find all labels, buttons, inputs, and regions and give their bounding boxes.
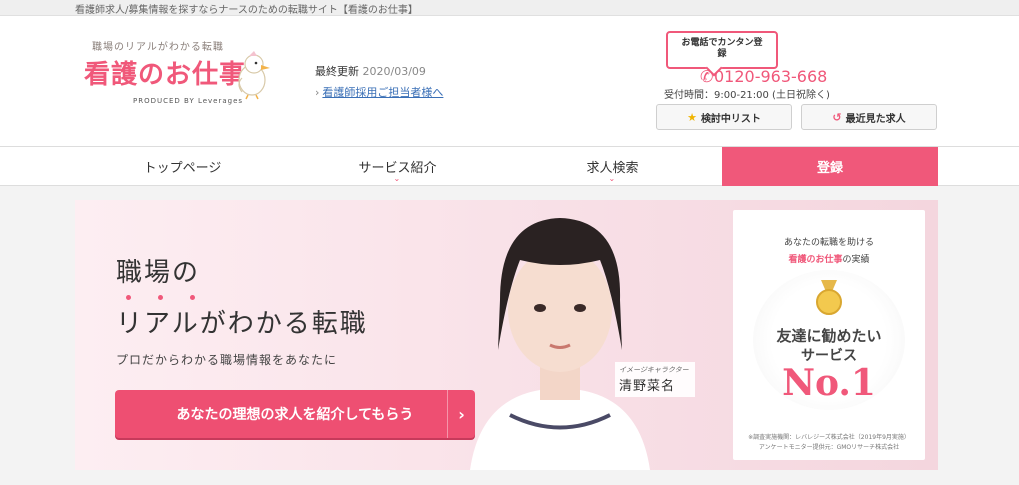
badge-achievement: 看護のお仕事の実績: [733, 252, 925, 265]
last-updated-label: 最終更新: [315, 65, 359, 78]
phone-bubble-line2: 録: [717, 49, 727, 59]
recently-viewed-button[interactable]: ↺ 最近見た求人: [801, 104, 937, 130]
logo-produced-by: PRODUCED BY Leverages: [133, 97, 244, 105]
hero-heading-line1: 職場の: [116, 258, 201, 288]
character-name: 清野菜名: [619, 379, 676, 394]
site-logo[interactable]: 看護のお仕事: [84, 54, 246, 91]
watchlist-button[interactable]: ★ 検討中リスト: [656, 104, 792, 130]
ranking-badge: あなたの転職を助ける 看護のお仕事の実績 友達に勧めたい サービス No.1 ※…: [733, 210, 925, 460]
main-nav: トップページ サービス紹介 ⌄ 求人検索 ⌄ 登録: [0, 146, 1019, 186]
emphasis-dot: [158, 295, 163, 300]
bird-mascot-icon: [238, 51, 270, 100]
emphasis-dot: [126, 295, 131, 300]
hero-banner: 職場の リアルがわかる転職 プロだからわかる職場情報をあなたに あなたの理想の求…: [75, 200, 938, 470]
medal-icon: [816, 280, 842, 315]
hero-subheading: プロだからわかる職場情報をあなたに: [116, 353, 338, 367]
badge-footnote-2: アンケートモニター提供元：GMOリサーチ株式会社: [758, 444, 900, 451]
cta-label: あなたの理想の求人を紹介してもらう: [176, 407, 414, 423]
phone-hours: 受付時間：9:00-21:00 (土日祝除く): [664, 90, 830, 101]
chevron-down-icon: ⌄: [608, 174, 616, 183]
phone-number-text: 0120-963-668: [714, 67, 828, 86]
logo-tagline: 職場のリアルがわかる転職: [92, 42, 224, 53]
recruiter-link-label: 看護師採用ご担当者様へ: [322, 86, 444, 99]
phone-register-bubble: お電話でカンタン登 録: [666, 31, 778, 69]
last-updated: 最終更新 2020/03/09: [315, 63, 426, 79]
character-photo: [470, 218, 650, 470]
phone-number[interactable]: ✆0120-963-668: [700, 67, 827, 86]
phone-bubble-line1: お電話でカンタン登: [681, 38, 763, 48]
watchlist-label: 検討中リスト: [700, 113, 761, 125]
badge-achievement-suffix: の実績: [842, 255, 870, 265]
nav-register-label: 登録: [816, 161, 843, 176]
emphasis-dot: [190, 295, 195, 300]
site-description: 看護師求人/募集情報を探すならナースのための転職サイト【看護のお仕事】: [75, 5, 418, 16]
recruiter-link[interactable]: › 看護師採用ご担当者様へ: [315, 84, 443, 100]
nav-job-search-label: 求人検索: [586, 160, 639, 176]
badge-footnote-1: ※調査実施機関：レバレジーズ株式会社（2019年9月実施）: [748, 434, 910, 441]
nav-service[interactable]: サービス紹介 ⌄: [290, 147, 505, 185]
character-role: イメージキャラクター: [619, 366, 689, 374]
recently-viewed-label: 最近見た求人: [845, 113, 906, 125]
history-icon: ↺: [832, 110, 842, 124]
phone-icon: ✆: [700, 67, 714, 86]
character-caption: イメージキャラクター 清野菜名: [615, 362, 695, 397]
star-icon: ★: [687, 110, 697, 124]
nav-top-page-label: トップページ: [143, 160, 222, 176]
hero-heading-line2: リアルがわかる転職: [116, 309, 368, 339]
badge-claim-line1: 友達に勧めたい: [776, 327, 882, 345]
badge-no1: No.1: [782, 362, 876, 404]
nav-job-search[interactable]: 求人検索 ⌄: [505, 147, 720, 185]
top-bar: 看護師求人/募集情報を探すならナースのための転職サイト【看護のお仕事】: [0, 0, 1019, 16]
last-updated-date: 2020/03/09: [362, 65, 426, 78]
nav-register-button[interactable]: 登録: [722, 147, 938, 186]
chevron-right-icon: ›: [315, 86, 320, 99]
nav-service-label: サービス紹介: [358, 160, 437, 176]
nav-top-page[interactable]: トップページ: [75, 147, 290, 185]
chevron-down-icon: ⌄: [393, 174, 401, 183]
badge-intro: あなたの転職を助ける: [783, 238, 874, 248]
badge-brand: 看護のお仕事: [788, 255, 843, 265]
